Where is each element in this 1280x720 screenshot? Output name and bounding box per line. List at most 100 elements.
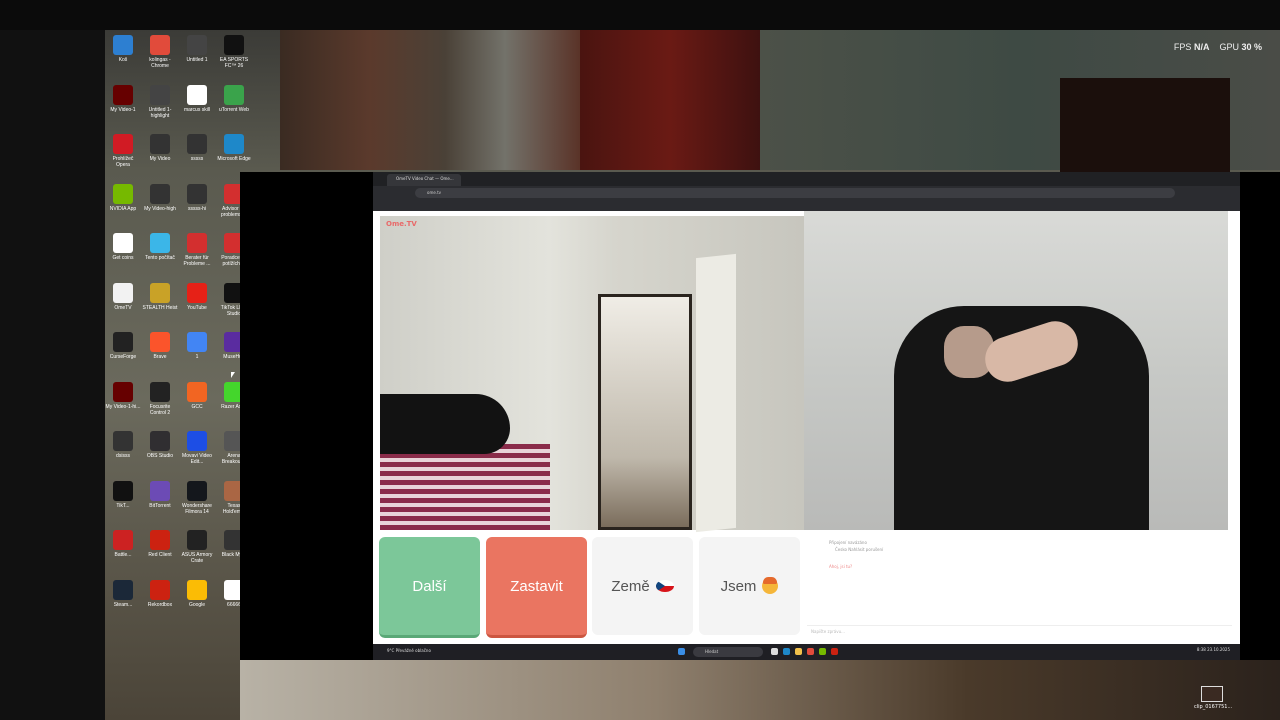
desktop-icon[interactable]: My Video-1-hi... (105, 381, 141, 410)
desktop-icon-label: Brave (153, 354, 167, 360)
desktop-icon[interactable]: Berater für Probleme ... (179, 233, 215, 267)
desktop-icon-label: Berater für Probleme ... (183, 255, 211, 267)
stop-button[interactable]: Zastavit (486, 537, 587, 638)
desktop-icon[interactable]: Movavi Video Edit... (179, 431, 215, 465)
desktop-video-file[interactable]: clip_0167751... (1194, 686, 1232, 710)
windows-taskbar: 9°C Převážně oblačno Hledat 8:38 23.10.2… (373, 644, 1240, 660)
desktop-icon[interactable]: NVIDIA App (105, 183, 141, 212)
browser-tab[interactable]: OmeTV Video Chat — Ome... (387, 174, 461, 186)
desktop-icon[interactable]: My Video-1 (105, 84, 141, 113)
desktop-icon[interactable]: Microsoft Edge (216, 134, 252, 162)
gender-button[interactable]: Jsem (699, 537, 800, 635)
app-icon (113, 530, 133, 550)
desktop-icon[interactable]: STEALTH Heist (142, 282, 178, 311)
desktop-icon[interactable]: EA SPORTS FC™ 26 (216, 35, 252, 69)
desktop-icon-label: My Video (149, 156, 171, 162)
desktop-icon[interactable]: marcus skill (179, 84, 215, 113)
desktop-icon-label: OBS Studio (146, 453, 174, 459)
app-icon (150, 480, 170, 501)
app-icon (150, 579, 170, 600)
desktop-icon[interactable]: My Video-high (142, 183, 178, 212)
country-label: Země (611, 577, 650, 595)
next-label: Další (412, 577, 447, 595)
desktop-icon[interactable]: OBS Studio (142, 431, 178, 459)
desktop-icon-label: ASUS Armory Crate (181, 552, 213, 564)
desktop-icon-label: Koš (118, 57, 128, 63)
app-icon (187, 530, 207, 550)
desktop-icon[interactable]: Prohlížeč Opera (105, 134, 141, 168)
desktop-icon-label: NVIDIA App (109, 205, 137, 212)
chat-input[interactable]: Napište zprávu... (807, 625, 1232, 638)
desktop-icon[interactable]: Focusrite Control 2 (142, 381, 178, 416)
app-icon[interactable] (831, 648, 838, 655)
mouse-cursor-icon (231, 372, 235, 378)
video-door-panel (696, 253, 736, 533)
desktop-icon[interactable]: dsisss (105, 431, 141, 459)
desktop-icon[interactable]: Steam... (105, 579, 141, 608)
desktop-icon[interactable]: BitTorrent (142, 480, 178, 509)
desktop-icon[interactable]: OmeTV (105, 282, 141, 311)
desktop-icon[interactable]: Battle... (105, 530, 141, 558)
chat-placeholder: Napište zprávu... (811, 629, 845, 634)
desktop-icon-label: CurseForge (109, 354, 137, 360)
desktop-icon-label: My Video-1 (110, 106, 136, 113)
desktop-icon[interactable]: uTorrent Web (216, 84, 252, 113)
desktop-icon[interactable]: YouTube (179, 282, 215, 311)
background-curtain-red (580, 30, 760, 170)
boy-emoji-icon (762, 577, 779, 594)
app-icon (113, 183, 133, 204)
desktop-icon-label: 1 (195, 354, 199, 360)
desktop-icon-label: Google (188, 601, 206, 608)
app-icon (187, 480, 207, 501)
desktop-icon[interactable]: TikT... (105, 480, 141, 509)
desktop-icon-label: BitTorrent (149, 502, 171, 509)
app-icon (187, 183, 207, 204)
desktop-icon[interactable]: sssss-hi (179, 183, 215, 212)
desktop-icon[interactable]: CurseForge (105, 332, 141, 360)
weather-widget[interactable]: 9°C Převážně oblačno (387, 648, 431, 653)
desktop-icon[interactable]: Tento počítač (142, 233, 178, 261)
app-icon (150, 183, 170, 204)
app-icon (187, 233, 207, 253)
app-icon (113, 282, 133, 303)
desktop-icon[interactable]: sssss (179, 134, 215, 162)
desktop-icon[interactable]: 1 (179, 332, 215, 360)
desktop-icon[interactable]: Google (179, 579, 215, 608)
chat-message: Ahoj, jsi tu? (829, 564, 853, 569)
taskview-icon[interactable] (771, 648, 778, 655)
video-file-icon (1201, 686, 1223, 702)
desktop-icon[interactable]: Untitled 1 (179, 35, 215, 63)
country-button[interactable]: Země (592, 537, 693, 635)
explorer-icon[interactable] (795, 648, 802, 655)
taskbar-search[interactable]: Hledat (693, 647, 763, 657)
next-button[interactable]: Další (379, 537, 480, 638)
app-icon (113, 332, 133, 352)
app-icon (150, 431, 170, 451)
app-icon (113, 381, 133, 402)
desktop-icon[interactable]: kolingas - Chrome (142, 35, 178, 69)
desktop-icon[interactable]: Koš (105, 35, 141, 63)
desktop-icon[interactable]: Get coins (105, 233, 141, 261)
desktop-icon[interactable]: Wondershare Filmora 14 (179, 480, 215, 515)
url-field[interactable]: ome.tv (415, 188, 1175, 198)
app-icon (187, 282, 207, 303)
video-doorway (598, 294, 692, 530)
taskbar-clock[interactable]: 8:38 23.10.2025 (1197, 647, 1230, 652)
nvidia-icon[interactable] (819, 648, 826, 655)
desktop-icon[interactable]: Rekordbox (142, 579, 178, 608)
chrome-icon[interactable] (807, 648, 814, 655)
app-icon (150, 84, 170, 105)
desktop-icon[interactable]: GCC (179, 381, 215, 410)
desktop-icon[interactable]: Brave (142, 332, 178, 360)
ometv-logo: Ome.TV (386, 220, 417, 228)
edge-icon[interactable] (783, 648, 790, 655)
app-icon (150, 233, 170, 253)
start-icon[interactable] (678, 648, 685, 655)
desktop-icon-label: OmeTV (114, 304, 132, 311)
desktop-icon[interactable]: Untitled 1-highlight (142, 84, 178, 119)
desktop-icon[interactable]: Red Client (142, 530, 178, 558)
desktop-icon[interactable]: My Video (142, 134, 178, 162)
desktop-icon-label: My Video-1-hi... (105, 403, 141, 410)
desktop-icon[interactable]: ASUS Armory Crate (179, 530, 215, 564)
app-icon (150, 35, 170, 55)
